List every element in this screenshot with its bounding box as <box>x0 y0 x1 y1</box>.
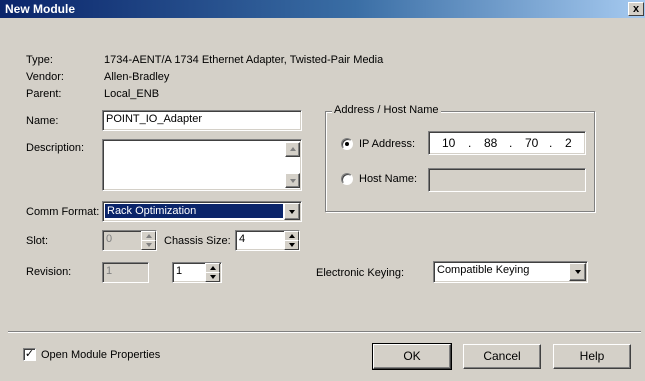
ip-dot-1: . <box>468 136 472 150</box>
open-module-properties-checkbox[interactable]: ✓ <box>23 348 36 361</box>
host-name-radio[interactable] <box>341 173 353 185</box>
name-input[interactable]: POINT_IO_Adapter <box>102 110 302 131</box>
ip-octet-1: 10 <box>442 136 456 150</box>
spin-up-icon <box>209 266 216 270</box>
ok-button[interactable]: OK <box>372 343 452 370</box>
revision-minor-spinner[interactable] <box>205 263 220 282</box>
chassis-size-label: Chassis Size: <box>164 235 231 247</box>
vendor-label: Vendor: <box>26 71 64 83</box>
help-button[interactable]: Help <box>553 344 631 369</box>
revision-major-input: 1 <box>102 262 149 283</box>
ip-dot-2: . <box>509 136 513 150</box>
check-icon: ✓ <box>24 348 35 360</box>
close-button[interactable]: x <box>628 2 644 16</box>
ip-dot-3: . <box>549 136 553 150</box>
comm-format-label: Comm Format: <box>26 206 100 218</box>
type-label: Type: <box>26 54 53 66</box>
slot-label: Slot: <box>26 235 49 247</box>
parent-value: Local_ENB <box>104 88 160 100</box>
chassis-size-spinner[interactable] <box>284 231 299 250</box>
type-value: 1734-AENT/A 1734 Ethernet Adapter, Twist… <box>104 54 384 66</box>
description-scroll-down-button[interactable] <box>285 173 300 188</box>
host-name-input <box>428 168 586 192</box>
title-bar: New Module x <box>0 0 645 18</box>
revision-label: Revision: <box>26 266 72 278</box>
comm-format-select[interactable]: Rack Optimization <box>102 201 302 222</box>
slot-spinner <box>141 231 156 250</box>
scroll-up-icon <box>289 147 296 151</box>
comm-format-dropdown-button[interactable] <box>284 203 300 220</box>
cancel-button[interactable]: Cancel <box>463 344 541 369</box>
spin-down-icon <box>288 243 295 247</box>
window-title: New Module <box>5 2 76 16</box>
electronic-keying-dropdown-button[interactable] <box>569 263 586 281</box>
description-scroll-up-button[interactable] <box>285 142 300 157</box>
description-label: Description: <box>26 142 85 154</box>
electronic-keying-select[interactable]: Compatible Keying <box>433 261 588 283</box>
open-module-properties-label: Open Module Properties <box>41 349 161 361</box>
scroll-down-icon <box>289 179 296 183</box>
address-group-title: Address / Host Name <box>332 104 441 116</box>
address-groupbox <box>325 111 595 212</box>
ip-address-label: IP Address: <box>359 138 416 150</box>
ip-octet-3: 70 <box>525 136 539 150</box>
electronic-keying-value: Compatible Keying <box>437 264 530 276</box>
ip-octet-4: 2 <box>565 136 572 150</box>
chevron-down-icon <box>574 270 581 274</box>
spin-up-icon <box>145 234 152 238</box>
spin-down-icon <box>145 243 152 247</box>
electronic-keying-label: Electronic Keying: <box>316 267 405 279</box>
radio-selected-dot <box>345 142 349 146</box>
ip-address-input[interactable]: 10 . 88 . 70 . 2 <box>428 131 586 155</box>
spin-down-icon <box>209 275 216 279</box>
name-label: Name: <box>26 115 59 127</box>
host-name-label: Host Name: <box>359 173 418 185</box>
close-icon: x <box>632 3 640 15</box>
divider-highlight <box>8 332 641 333</box>
parent-label: Parent: <box>26 88 62 100</box>
comm-format-value: Rack Optimization <box>105 204 283 218</box>
chevron-down-icon <box>289 210 295 214</box>
description-textarea[interactable] <box>102 139 302 191</box>
ip-octet-2: 88 <box>484 136 498 150</box>
ip-address-radio[interactable] <box>341 138 353 150</box>
spin-up-icon <box>288 234 295 238</box>
vendor-value: Allen-Bradley <box>104 71 170 83</box>
